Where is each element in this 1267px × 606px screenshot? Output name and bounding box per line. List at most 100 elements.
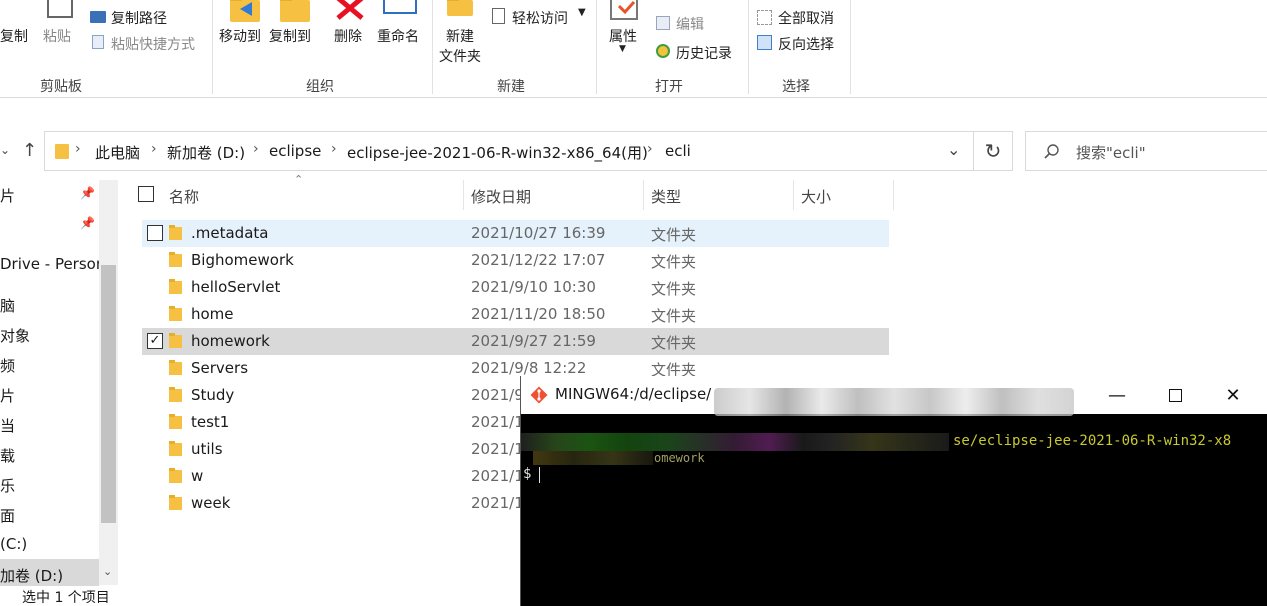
column-divider[interactable] bbox=[643, 180, 644, 210]
delete-button[interactable]: 删除 bbox=[334, 26, 362, 46]
clipboard-group-label: 剪贴板 bbox=[40, 79, 82, 95]
copy-path-button[interactable]: 复制路径 bbox=[111, 8, 167, 28]
history-icon bbox=[656, 44, 670, 58]
breadcrumb-chevron-icon[interactable]: › bbox=[151, 141, 157, 157]
git-icon bbox=[530, 386, 548, 404]
breadcrumb-this-pc[interactable]: 此电脑 bbox=[95, 142, 140, 163]
up-arrow-icon[interactable]: ↑ bbox=[22, 140, 37, 161]
copy-button[interactable]: 复制 bbox=[0, 26, 28, 46]
ribbon-separator bbox=[212, 0, 213, 94]
edit-icon bbox=[656, 16, 670, 30]
file-name: test1 bbox=[191, 413, 230, 431]
address-dropdown-icon[interactable]: ⌄ bbox=[947, 140, 960, 159]
easy-access-button[interactable]: 轻松访问 bbox=[512, 8, 568, 28]
column-header-type[interactable]: 类型 bbox=[651, 186, 681, 207]
select-all-checkbox[interactable] bbox=[138, 186, 154, 202]
folder-icon bbox=[169, 306, 182, 322]
properties-button[interactable]: 属性 bbox=[609, 26, 637, 46]
nav-item-3d-objects[interactable]: 对象 bbox=[0, 325, 30, 346]
maximize-button[interactable] bbox=[1146, 376, 1204, 414]
scroll-down-icon[interactable]: ⌄ bbox=[103, 565, 112, 578]
file-name: Study bbox=[191, 386, 235, 404]
recent-locations-chevron-icon[interactable]: ⌄ bbox=[0, 143, 10, 157]
file-name: home bbox=[191, 305, 234, 323]
history-button[interactable]: 历史记录 bbox=[676, 43, 732, 63]
nav-item-desktop[interactable]: 面 bbox=[0, 505, 15, 526]
file-date: 2021/9/10 10:30 bbox=[471, 278, 596, 296]
organize-group-label: 组织 bbox=[306, 79, 334, 95]
paste-shortcut-button[interactable]: 粘贴快捷方式 bbox=[111, 34, 195, 54]
nav-item-drive-d[interactable]: 加卷 (D:) bbox=[0, 565, 63, 586]
breadcrumb-chevron-icon[interactable]: › bbox=[647, 141, 653, 157]
status-text: 选中 1 个项目 bbox=[22, 590, 110, 606]
table-row[interactable]: ✓ homework 2021/9/27 21:59 文件夹 bbox=[142, 328, 889, 355]
column-header-size[interactable]: 大小 bbox=[801, 186, 831, 207]
paste-button[interactable]: 粘贴 bbox=[43, 26, 71, 46]
column-divider[interactable] bbox=[893, 180, 894, 210]
folder-icon bbox=[169, 414, 182, 430]
row-checkbox[interactable] bbox=[147, 225, 163, 241]
search-box[interactable]: 搜索"ecli" bbox=[1025, 131, 1267, 171]
nav-item-music[interactable]: 乐 bbox=[0, 475, 15, 496]
breadcrumb-ecli[interactable]: ecli bbox=[665, 142, 691, 160]
nav-item-drive-c[interactable]: (C:) bbox=[0, 535, 27, 553]
address-bar[interactable]: › 此电脑 › 新加卷 (D:) › eclipse › eclipse-jee… bbox=[44, 131, 974, 171]
file-date: 2021/10/27 16:39 bbox=[471, 224, 606, 242]
pin-icon: 📌 bbox=[80, 186, 95, 200]
table-row[interactable]: helloServlet 2021/9/10 10:30 文件夹 bbox=[142, 274, 889, 301]
file-type: 文件夹 bbox=[651, 253, 697, 271]
terminal-window[interactable]: MINGW64:/d/eclipse/ — ✕ se/eclipse-jee-2… bbox=[520, 376, 1267, 606]
folder-icon bbox=[169, 252, 182, 268]
copy-to-button[interactable]: 复制到 bbox=[269, 26, 311, 46]
file-type: 文件夹 bbox=[651, 334, 697, 352]
row-checkbox[interactable]: ✓ bbox=[147, 333, 163, 349]
nav-item-documents[interactable]: 当 bbox=[0, 415, 15, 436]
table-row[interactable]: .metadata 2021/10/27 16:39 文件夹 bbox=[142, 220, 889, 247]
breadcrumb-eclipse[interactable]: eclipse bbox=[269, 142, 321, 160]
file-name: helloServlet bbox=[191, 278, 281, 296]
column-divider[interactable] bbox=[463, 180, 464, 210]
nav-item-this-pc[interactable]: 脑 bbox=[0, 295, 15, 316]
file-name: week bbox=[191, 494, 231, 512]
column-header-date[interactable]: 修改日期 bbox=[471, 186, 531, 207]
terminal-title-bar[interactable]: MINGW64:/d/eclipse/ — ✕ bbox=[521, 376, 1267, 416]
nav-item-onedrive[interactable]: Drive - Person bbox=[0, 255, 105, 273]
breadcrumb-chevron-icon[interactable]: › bbox=[331, 141, 337, 157]
nav-item-pictures[interactable]: 片 bbox=[0, 185, 15, 206]
refresh-button[interactable]: ↻ bbox=[974, 131, 1013, 171]
refresh-icon: ↻ bbox=[984, 139, 1002, 163]
rename-button[interactable]: 重命名 bbox=[377, 26, 419, 46]
column-divider[interactable] bbox=[793, 180, 794, 210]
breadcrumb-volume-d[interactable]: 新加卷 (D:) bbox=[167, 142, 245, 163]
terminal-cursor bbox=[539, 467, 540, 483]
search-icon bbox=[1044, 144, 1059, 159]
table-row[interactable]: home 2021/11/20 18:50 文件夹 bbox=[142, 301, 889, 328]
edit-button[interactable]: 编辑 bbox=[676, 14, 704, 34]
breadcrumb-chevron-icon[interactable]: › bbox=[253, 141, 259, 157]
table-row[interactable]: Bighomework 2021/12/22 17:07 文件夹 bbox=[142, 247, 889, 274]
column-header-name[interactable]: 名称 bbox=[169, 186, 199, 207]
nav-item-pictures-pc[interactable]: 片 bbox=[0, 385, 15, 406]
close-button[interactable]: ✕ bbox=[1204, 376, 1262, 414]
nav-item-videos[interactable]: 频 bbox=[0, 355, 15, 376]
file-name: Servers bbox=[191, 359, 249, 377]
move-to-button[interactable]: 移动到 bbox=[219, 26, 261, 46]
terminal-path-line: se/eclipse-jee-2021-06-R-win32-x8 bbox=[953, 433, 1232, 449]
folder-icon bbox=[169, 387, 182, 403]
breadcrumb-eclipse-jee[interactable]: eclipse-jee-2021-06-R-win32-x86_64(用) bbox=[347, 142, 648, 163]
new-group-label: 新建 bbox=[497, 79, 525, 95]
select-none-icon bbox=[757, 10, 772, 25]
folder-icon bbox=[55, 144, 69, 159]
nav-item-downloads[interactable]: 载 bbox=[0, 445, 15, 466]
new-folder-button[interactable]: 新建 bbox=[446, 26, 474, 46]
folder-icon bbox=[169, 279, 182, 295]
breadcrumb-chevron-icon[interactable]: › bbox=[75, 141, 81, 157]
file-date: 2021/9/8 12:22 bbox=[471, 359, 587, 377]
file-name: Bighomework bbox=[191, 251, 294, 269]
minimize-button[interactable]: — bbox=[1088, 376, 1146, 414]
open-group-label: 打开 bbox=[655, 79, 683, 95]
select-none-button[interactable]: 全部取消 bbox=[778, 8, 834, 28]
new-folder-button-line2[interactable]: 文件夹 bbox=[439, 46, 481, 66]
nav-scrollbar-thumb[interactable] bbox=[101, 265, 116, 523]
invert-selection-button[interactable]: 反向选择 bbox=[778, 34, 834, 54]
